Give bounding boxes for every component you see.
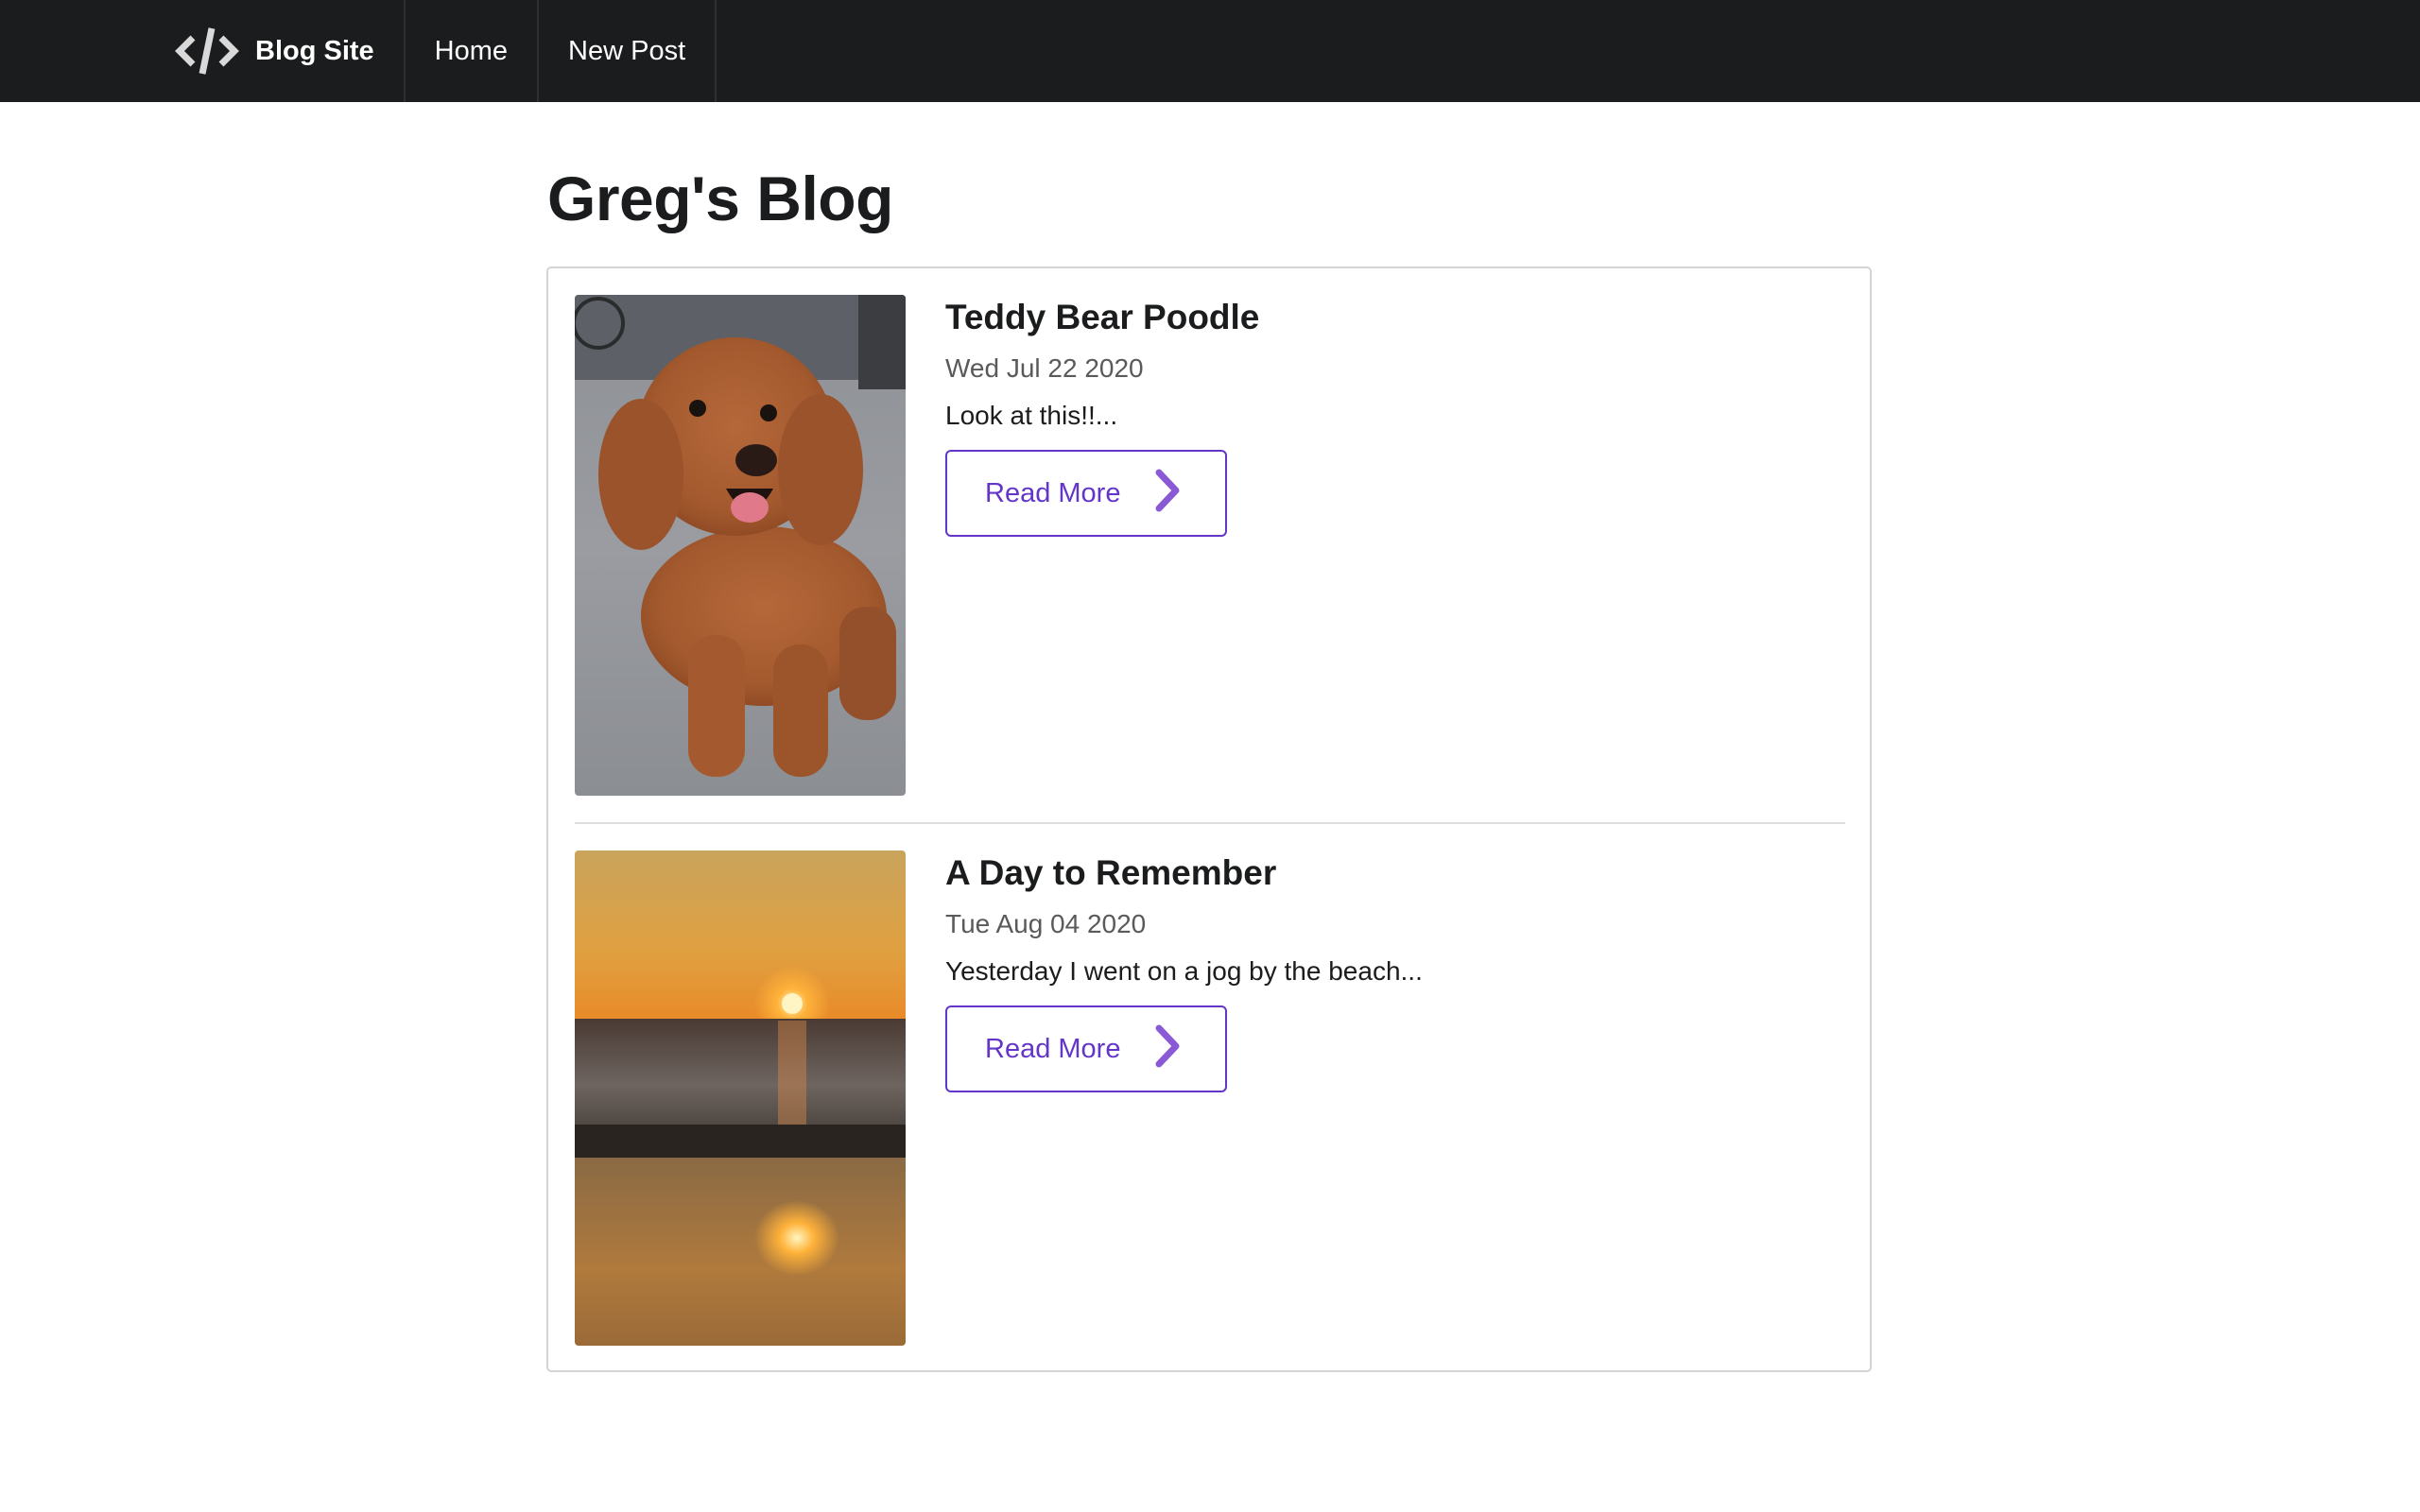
list-item: Teddy Bear Poodle Wed Jul 22 2020 Look a… [575,295,1845,796]
nav-item-home[interactable]: Home [406,0,540,102]
list-item: A Day to Remember Tue Aug 04 2020 Yester… [575,850,1845,1346]
read-more-label: Read More [985,1033,1121,1064]
read-more-button[interactable]: Read More [945,450,1227,537]
chevron-right-icon [1153,467,1182,514]
brand-label: Blog Site [255,35,374,66]
top-navbar: Blog Site Home New Post [0,0,2420,102]
post-excerpt: Look at this!!... [945,401,1118,430]
post-date: Wed Jul 22 2020 [945,353,1144,383]
posts-list: Teddy Bear Poodle Wed Jul 22 2020 Look a… [546,266,1872,1372]
read-more-button[interactable]: Read More [945,1005,1227,1092]
post-date: Tue Aug 04 2020 [945,909,1147,938]
code-icon [174,25,240,77]
post-excerpt: Yesterday I went on a jog by the beach..… [945,956,1423,986]
nav-item-new-post[interactable]: New Post [539,0,717,102]
brand-link[interactable]: Blog Site [153,0,406,102]
post-title[interactable]: A Day to Remember [945,850,1276,896]
sunset-beach-photo [575,850,906,1346]
page-title: Greg's Blog [547,163,893,233]
nav-item-label: New Post [568,35,686,66]
nav-menu: Blog Site Home New Post [153,0,717,102]
read-more-label: Read More [985,477,1121,508]
nav-item-label: Home [434,35,509,66]
divider [575,822,1845,824]
chevron-right-icon [1153,1022,1182,1070]
post-title[interactable]: Teddy Bear Poodle [945,295,1259,340]
poodle-photo [575,295,906,796]
